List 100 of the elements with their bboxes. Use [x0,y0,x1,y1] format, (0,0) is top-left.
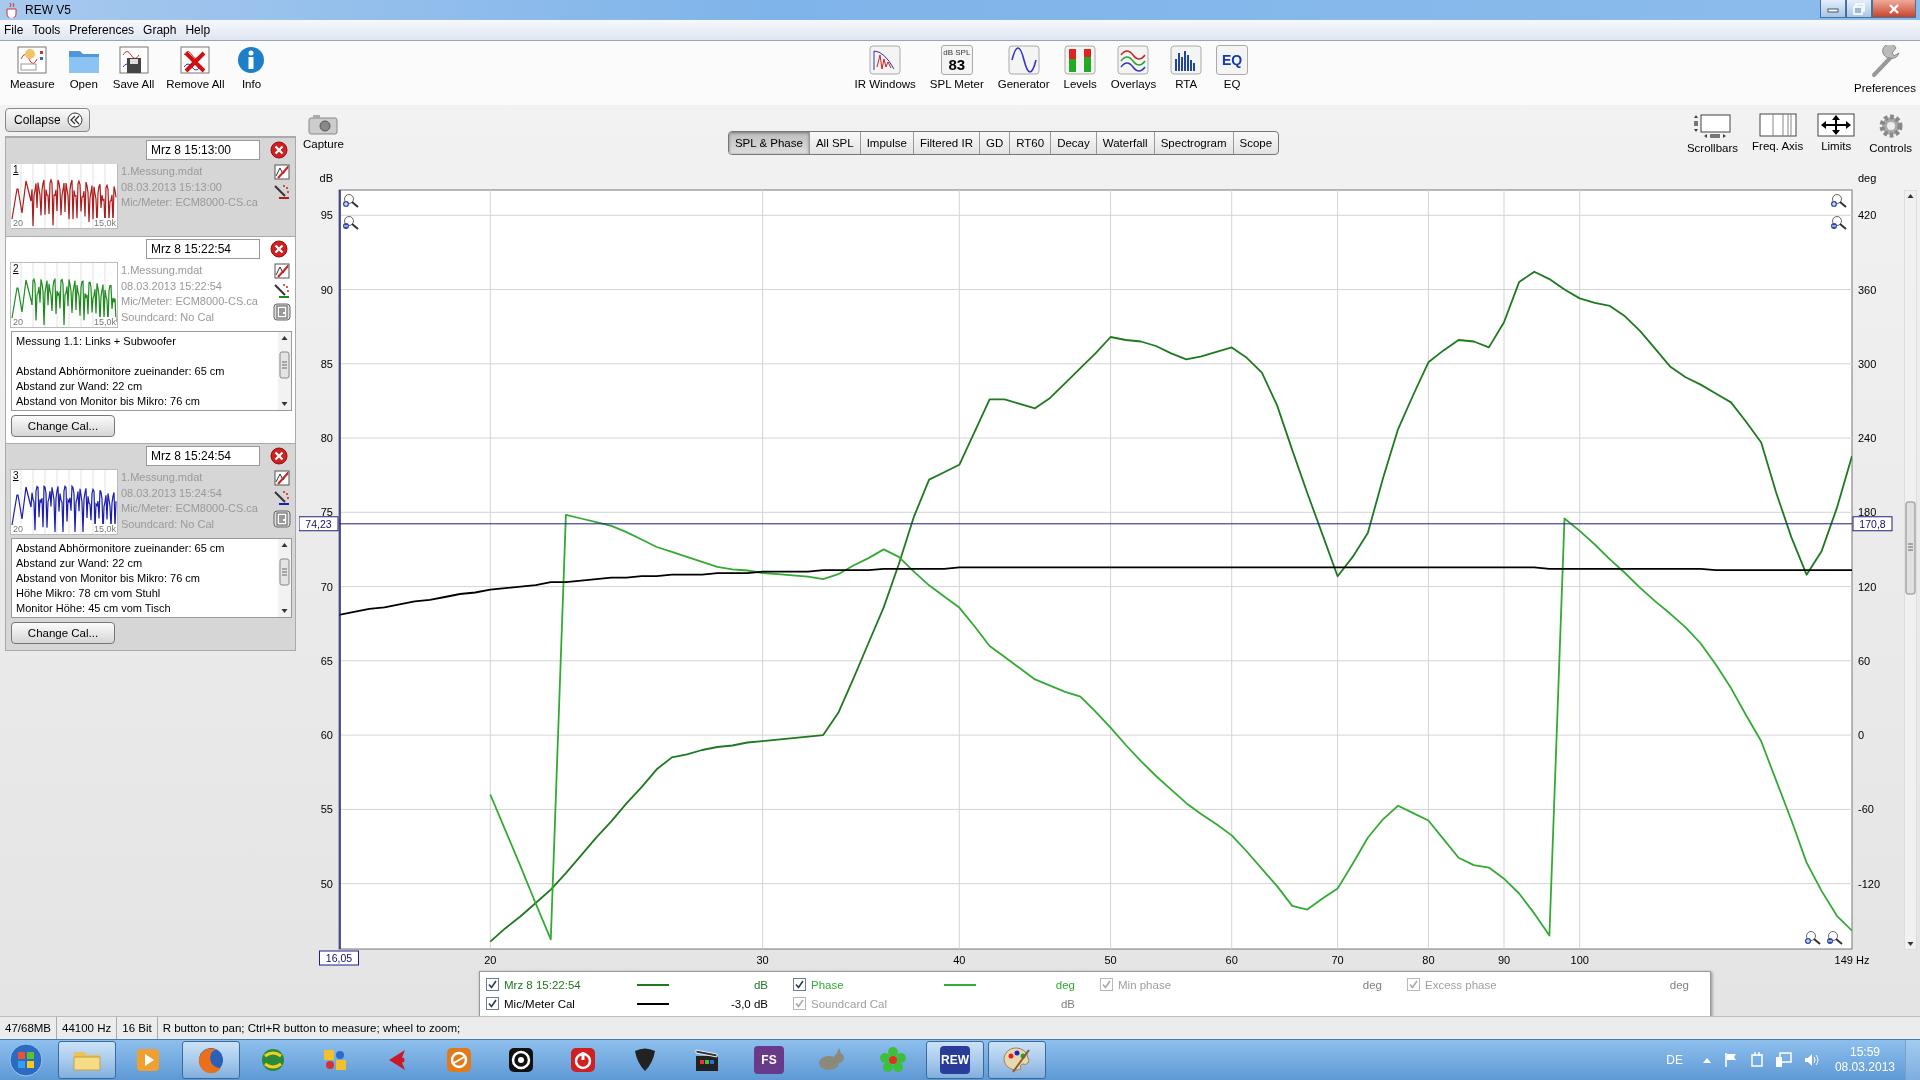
axis-tick-label: 20 [484,954,497,966]
thumbnail-number: 1 [13,164,19,175]
toolbar-button[interactable]: Overlays [1106,41,1161,90]
axis-tick-label: 80 [320,432,333,444]
legend-label: Soundcard Cal [811,997,889,1010]
remove-icon[interactable] [270,141,288,159]
axis-tick-label: -60 [1858,803,1874,816]
notes-icon[interactable] [273,303,291,321]
axis-tick-label: 60 [1858,654,1871,667]
toolbar-button[interactable]: Save All [108,41,159,90]
file-name: 1.Messung.mdat [121,470,204,485]
toolbar-button[interactable]: dB SPL 83 SPL Meter [925,41,988,90]
unit-label: deg [1054,978,1075,991]
zoom-in-icon[interactable] [1831,194,1847,208]
arrows-cross-icon [1817,113,1856,137]
thumbnail-axis-label: 20 [13,524,23,534]
chart-edit-icon[interactable] [274,164,290,180]
toolbar-button[interactable]: RTA [1166,41,1207,90]
toolbar-button[interactable]: Info [232,41,271,90]
legend-label: Mrz 8 15:22:54 [504,978,582,991]
graph-tab[interactable]: Filtered IR [912,132,979,154]
scrollbar[interactable] [1904,190,1917,950]
toolbar-button[interactable]: Scrollbars [1682,111,1743,154]
axis-tick-label: 149 Hz [1834,954,1870,966]
change-cal-button[interactable]: Change Cal... [11,622,115,644]
close-icon [1887,2,1901,15]
columns-icon [1758,113,1797,137]
flag-icon[interactable] [1722,1051,1739,1069]
unit-label: dB [752,978,768,991]
zoom-out-icon[interactable] [343,216,359,230]
zoom-in-icon[interactable] [343,194,359,208]
toolbar-button[interactable]: Generator [993,41,1054,90]
calibration-icon[interactable] [273,283,291,299]
minimize-button[interactable] [1820,0,1846,18]
toolbar-button[interactable]: Measure [6,41,59,90]
axis-tick-label: 240 [1858,432,1877,444]
window-title: REW V5 [25,3,71,17]
measurement-card[interactable] [6,236,295,443]
remove-icon[interactable] [270,240,288,258]
notes-area[interactable]: Abstand Abhörmonitore zueinander: 65 cm Abstand zur Wand: 22 cm Abstand von Monitor bis Mikro: 76 cm Höhe Mikro: 78 cm vom Stuhl Monitor Höhe: 45 cm vom Tisch [11,538,292,618]
chart-edit-icon[interactable] [274,263,290,279]
axis-tick-label: 80 [1422,954,1435,966]
chart-edit-icon[interactable] [274,470,290,486]
menu-item[interactable]: Tools [28,23,66,37]
restore-button[interactable] [1846,0,1872,18]
menu-item[interactable]: Help [181,23,216,37]
close-button[interactable] [1872,0,1916,18]
graph-tab[interactable]: Spectrogram [1153,132,1233,154]
checkbox[interactable] [793,978,806,991]
unit-label: -3,0 dB [729,997,768,1010]
power-plug-icon[interactable] [1748,1051,1765,1069]
graph-tab[interactable]: Waterfall [1095,132,1154,154]
taskbar-button[interactable]: FS [740,1041,798,1079]
toolbar-button[interactable]: Remove All [162,41,229,90]
toolbar-button[interactable]: Freq. Axis [1748,111,1808,154]
menu-item[interactable]: Preferences [65,23,140,37]
notes-icon[interactable] [273,510,291,528]
menu-item[interactable]: File [0,23,29,37]
toolbar-button[interactable]: Open [62,41,105,90]
cursor-line[interactable] [338,523,1853,525]
note-line: Abstand Abhörmonitore zueinander: 65 cm [16,364,226,379]
toolbar-button[interactable]: IR Windows [850,41,920,90]
axis-tick-label: 90 [320,283,333,296]
graph-tab[interactable]: GD [978,132,1010,154]
capture-button[interactable]: Capture [299,111,348,150]
taskbar-button[interactable]: REW [926,1041,984,1079]
checkbox[interactable] [486,997,499,1010]
zoom-out-icon[interactable] [1831,216,1847,230]
toolbar-button[interactable]: Controls [1865,111,1916,154]
measurement-name-field[interactable]: Mrz 8 15:13:00 [146,140,260,160]
scrollbar[interactable] [278,539,291,617]
remove-icon[interactable] [270,447,288,465]
measurement-name-field[interactable]: Mrz 8 15:24:54 [146,446,260,466]
camera-icon [307,113,340,135]
calibration-icon[interactable] [273,490,291,506]
scrollbar[interactable] [278,332,291,410]
checkbox[interactable] [486,978,499,991]
graph-tab[interactable]: All SPL [808,132,860,154]
graph-tab[interactable]: Decay [1050,132,1096,154]
toolbar-button[interactable]: Levels [1059,41,1101,90]
graph-tab[interactable]: Scope [1232,132,1279,154]
toolbar-button[interactable]: EQ EQ [1212,41,1253,90]
toolbar-button[interactable]: Limits [1813,111,1860,154]
collapse-button[interactable]: Collapse [5,108,90,132]
notes-area[interactable]: Messung 1.1: Links + Subwoofer Abstand Abhörmonitore zueinander: 65 cm Abstand zur Wand: 22 cm Abstand von Monitor bis Mikro: 76 cm [11,331,292,411]
zoom-out-icon[interactable] [1827,931,1843,945]
graph-tab[interactable]: RT60 [1009,132,1051,154]
calibration-icon[interactable] [273,184,291,200]
measurement-name-field[interactable]: Mrz 8 15:22:54 [146,239,260,259]
cup-icon [4,2,20,18]
graph-tab[interactable]: SPL & Phase [728,132,809,154]
toolbar-button[interactable]: Preferences [1850,41,1920,94]
zoom-in-icon[interactable] [1805,931,1821,945]
menu-item[interactable]: Graph [139,23,182,37]
graph-tab[interactable]: Impulse [859,132,913,154]
change-cal-button[interactable]: Change Cal... [11,415,115,437]
mic-calibration-text: Mic/Meter: ECM8000-CS.ca [121,195,259,210]
network-icon[interactable] [1774,1051,1793,1069]
cursor-value-label: 74,23 [299,516,339,532]
axis-tick-label: 65 [320,654,333,667]
